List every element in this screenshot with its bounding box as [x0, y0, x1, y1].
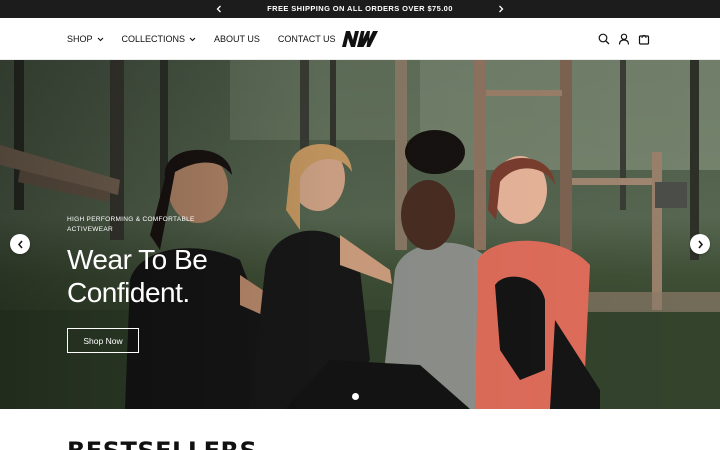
header-icons — [597, 18, 650, 60]
hero-title: Wear To Be Confident. — [67, 244, 208, 308]
nav-item-collections[interactable]: COLLECTIONS — [122, 34, 197, 44]
nw-logo-icon — [342, 31, 378, 47]
announcement-next-button[interactable] — [492, 0, 510, 18]
chevron-right-icon — [697, 240, 703, 248]
cart-icon — [638, 34, 649, 45]
nav-item-contact-us[interactable]: CONTACT US — [278, 34, 336, 44]
chevron-left-icon — [17, 240, 23, 248]
chevron-right-icon — [499, 5, 504, 13]
chevron-down-icon — [97, 37, 103, 41]
hero-eyebrow: HIGH PERFORMING & COMFORTABLE ACTIVEWEAR — [67, 216, 195, 233]
nav-item-label: CONTACT US — [277, 34, 336, 44]
search-button[interactable] — [597, 33, 610, 46]
chevron-down-icon — [189, 37, 196, 41]
bestsellers-heading: BESTSELLERS — [67, 437, 257, 450]
account-icon — [618, 33, 629, 45]
slide-dot-active[interactable] — [352, 393, 359, 400]
main-nav: SHOP COLLECTIONS ABOUT US CONTACT US — [67, 18, 336, 60]
hero-banner: HIGH PERFORMING & COMFORTABLE ACTIVEWEAR… — [0, 60, 720, 409]
announcement-text: FREE SHIPPING ON ALL ORDERS OVER $75.00 — [267, 4, 453, 13]
nav-item-about-us[interactable]: ABOUT US — [214, 34, 260, 44]
nav-item-label: SHOP — [67, 34, 93, 44]
site-header: SHOP COLLECTIONS ABOUT US CONTACT US — [0, 18, 720, 60]
cart-button[interactable] — [637, 33, 650, 46]
nav-item-shop[interactable]: SHOP — [67, 34, 104, 44]
nav-item-label: ABOUT US — [214, 34, 260, 44]
announcement-bar: FREE SHIPPING ON ALL ORDERS OVER $75.00 — [0, 0, 720, 18]
slideshow-next-button[interactable] — [690, 234, 710, 254]
nav-item-label: COLLECTIONS — [121, 34, 186, 44]
site-logo[interactable] — [342, 31, 378, 47]
slideshow-prev-button[interactable] — [10, 234, 30, 254]
shop-now-button[interactable]: Shop Now — [67, 328, 139, 353]
account-button[interactable] — [617, 33, 630, 46]
search-icon — [598, 33, 609, 45]
